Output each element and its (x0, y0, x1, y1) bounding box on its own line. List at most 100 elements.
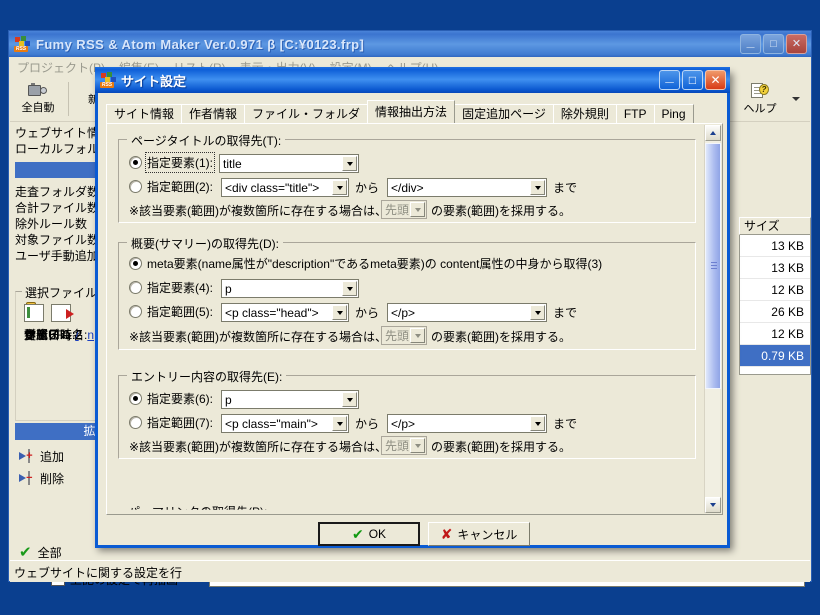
main-titlebar[interactable]: RSS Fumy RSS & Atom Maker Ver.0.971 β [C… (9, 31, 811, 57)
group-summary-caption: 概要(サマリー)の取得先(D): (127, 235, 283, 252)
combo-entry-range-to[interactable]: </p> (387, 414, 547, 433)
notepad-icon[interactable] (24, 304, 44, 322)
vertical-scrollbar[interactable] (704, 125, 721, 513)
combo-entry-element[interactable]: p (221, 390, 359, 409)
radio-summary-range-label: 指定範囲(5): (147, 305, 214, 319)
tab-site-info[interactable]: サイト情報 (106, 104, 183, 123)
combo-entry-range-from[interactable]: <p class="main"> (221, 414, 349, 433)
close-button[interactable]: ✕ (786, 34, 807, 54)
select-all-button[interactable]: ✔ 全部 (19, 543, 62, 561)
combo-page-title-element[interactable]: title (219, 154, 359, 173)
dialog-titlebar[interactable]: RSS サイト設定 _ □ ✕ (95, 67, 730, 93)
radio-summary-meta-label: meta要素(name属性が"description"であるmeta要素)の c… (147, 257, 603, 271)
combo-page-title-range-to[interactable]: </div> (387, 178, 547, 197)
radio-summary-meta[interactable] (129, 257, 142, 270)
chevron-down-icon[interactable] (530, 305, 545, 320)
tab-ftp[interactable]: FTP (615, 104, 655, 123)
scrollbar-thumb[interactable] (705, 143, 721, 389)
group-entry-content-caption: エントリー内容の取得先(E): (127, 368, 287, 385)
tab-extraction-method[interactable]: 情報抽出方法 (367, 100, 456, 123)
cancel-button-label: キャンセル (457, 527, 518, 542)
table-row-selected[interactable]: 0.79 KB (740, 345, 810, 367)
radio-summary-range[interactable] (129, 305, 142, 318)
add-extension-label: 追加 (40, 449, 65, 464)
group-page-title: ページタイトルの取得先(T): 指定要素(1): title 指定範囲(2): (118, 132, 696, 223)
maximize-button[interactable]: □ (763, 34, 784, 54)
rss-icon: RSS (14, 36, 30, 52)
tab-file-folder[interactable]: ファイル・フォルダ (244, 104, 369, 123)
scroll-down-arrow-icon[interactable] (705, 497, 721, 513)
combo-summary-element-value: p (225, 281, 232, 296)
radio-summary-element[interactable] (129, 281, 142, 294)
page-title-note-prefix: ※該当要素(範囲)が複数箇所に存在する場合は、 (129, 204, 388, 218)
page-title-note-suffix: の要素(範囲)を採用する。 (431, 204, 571, 218)
combo-page-title-occurrence[interactable]: 先頭 (381, 200, 427, 219)
export-icon[interactable] (51, 304, 74, 322)
combo-entry-element-value: p (225, 392, 232, 407)
radio-entry-range[interactable] (129, 416, 142, 429)
radio-page-title-range[interactable] (129, 180, 142, 193)
dialog-minimize-button[interactable]: _ (659, 69, 680, 90)
entry-range-end-label: まで (553, 417, 578, 431)
chevron-down-icon[interactable] (332, 180, 347, 195)
size-column-list[interactable]: 13 KB 13 KB 12 KB 26 KB 12 KB 0.79 KB (739, 235, 811, 375)
table-row[interactable]: 12 KB (740, 279, 810, 301)
chevron-down-icon[interactable] (792, 97, 800, 101)
tab-exclude-rules[interactable]: 除外規則 (552, 104, 617, 123)
table-row[interactable]: 13 KB (740, 257, 810, 279)
scroll-up-arrow-icon[interactable] (705, 125, 721, 141)
chevron-down-icon[interactable] (342, 156, 357, 171)
combo-summary-occurrence[interactable]: 先頭 (381, 326, 427, 345)
remove-icon: − (19, 471, 35, 485)
chevron-down-icon[interactable] (342, 392, 357, 407)
chevron-down-icon[interactable] (332, 416, 347, 431)
select-all-label: 全部 (37, 545, 62, 560)
chevron-down-icon[interactable] (410, 438, 425, 453)
radio-page-title-element[interactable] (129, 156, 142, 169)
chevron-down-icon[interactable] (530, 180, 545, 195)
tab-author-info[interactable]: 作者情報 (181, 104, 246, 123)
combo-summary-occurrence-value: 先頭 (385, 329, 410, 343)
toolbar-button-help[interactable]: ? ヘルプ (732, 78, 788, 120)
tab-page-content: ページタイトルの取得先(T): 指定要素(1): title 指定範囲(2): (108, 125, 706, 513)
combo-summary-range-from[interactable]: <p class="head"> (221, 303, 349, 322)
page-title-range-end-label: まで (553, 181, 578, 195)
page-title-element-row: 指定要素(1): (129, 152, 216, 173)
help-icon: ? (751, 82, 769, 99)
table-row[interactable]: 26 KB (740, 301, 810, 323)
entry-note-suffix: の要素(範囲)を採用する。 (431, 440, 571, 454)
ok-button-label: OK (368, 527, 387, 541)
page-title-range-row: 指定範囲(2): (129, 178, 213, 195)
group-permalink-caption: パーマリンクの取得先(P): (128, 505, 268, 513)
camera-icon (28, 83, 48, 98)
table-row[interactable]: 13 KB (740, 235, 810, 257)
cancel-button[interactable]: ✘ キャンセル (428, 522, 530, 546)
table-row[interactable]: 12 KB (740, 323, 810, 345)
chevron-down-icon[interactable] (332, 305, 347, 320)
dialog-maximize-button[interactable]: □ (682, 70, 703, 90)
combo-page-title-range-from[interactable]: <div class="title"> (221, 178, 349, 197)
chevron-down-icon[interactable] (342, 281, 357, 296)
combo-entry-range-from-value: <p class="main"> (225, 416, 318, 431)
chevron-down-icon[interactable] (410, 202, 425, 217)
minimize-button[interactable]: _ (740, 34, 761, 54)
ok-button[interactable]: ✔ OK (318, 522, 420, 546)
toolbar-button-auto[interactable]: 全自動 (10, 78, 66, 120)
radio-entry-element[interactable] (129, 392, 142, 405)
entry-range-mid-label: から (355, 417, 380, 431)
size-column-header[interactable]: サイズ (739, 217, 811, 235)
summary-note-prefix: ※該当要素(範囲)が複数箇所に存在する場合は、 (129, 330, 388, 344)
dialog-close-button[interactable]: ✕ (705, 70, 726, 90)
chevron-down-icon[interactable] (530, 416, 545, 431)
close-icon: ✘ (440, 526, 453, 542)
combo-entry-occurrence[interactable]: 先頭 (381, 436, 427, 455)
tab-fixed-pages[interactable]: 固定追加ページ (454, 104, 554, 123)
combo-summary-element[interactable]: p (221, 279, 359, 298)
combo-page-title-occurrence-value: 先頭 (385, 203, 410, 217)
tab-ping[interactable]: Ping (653, 104, 694, 123)
combo-summary-range-to-value: </p> (391, 305, 416, 320)
combo-summary-range-to[interactable]: </p> (387, 303, 547, 322)
combo-page-title-element-value: title (223, 156, 242, 171)
chevron-down-icon[interactable] (410, 328, 425, 343)
remove-extension-label: 削除 (40, 471, 65, 486)
